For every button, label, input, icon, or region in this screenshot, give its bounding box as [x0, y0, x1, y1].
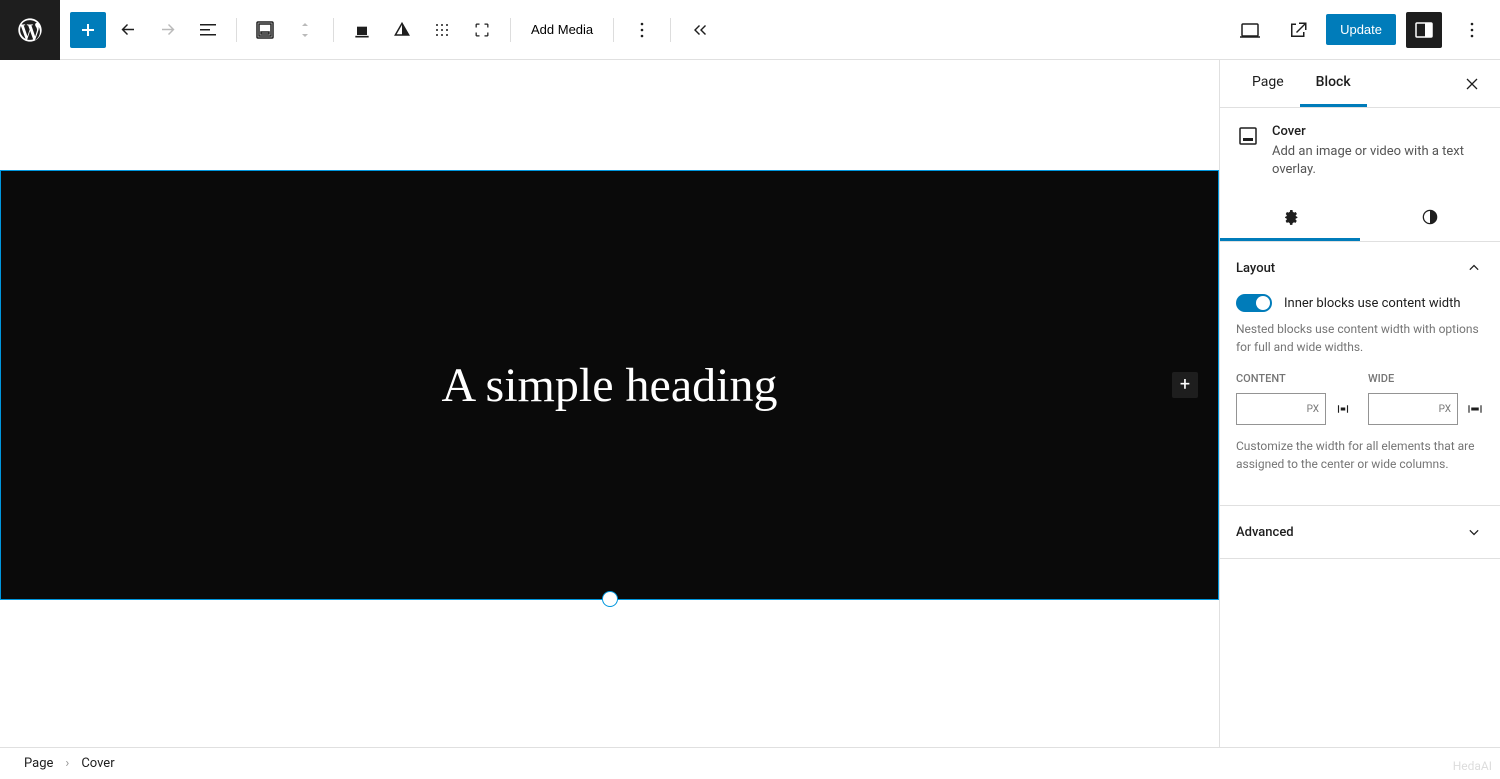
content-width-input[interactable]: PX	[1236, 393, 1326, 425]
cover-block-icon-button[interactable]	[247, 12, 283, 48]
layout-panel-header[interactable]: Layout	[1220, 242, 1500, 294]
cover-heading[interactable]: A simple heading	[442, 358, 778, 413]
align-button[interactable]	[344, 12, 380, 48]
settings-sidebar: Page Block Cover Add an image or video w…	[1219, 60, 1500, 747]
settings-panel-toggle[interactable]	[1406, 12, 1442, 48]
cover-icon	[1236, 124, 1260, 148]
update-button[interactable]: Update	[1326, 14, 1396, 45]
layout-title: Layout	[1236, 261, 1275, 276]
move-button[interactable]	[287, 12, 323, 48]
breadcrumb-cover[interactable]: Cover	[81, 756, 114, 771]
toolbar-divider	[236, 18, 237, 42]
block-name: Cover	[1272, 124, 1484, 139]
tab-page[interactable]: Page	[1236, 60, 1300, 107]
collapse-toolbar-button[interactable]	[681, 12, 717, 48]
wide-width-icon	[1466, 400, 1484, 418]
wordpress-logo[interactable]	[0, 0, 60, 60]
chevron-up-icon	[1464, 258, 1484, 278]
toggle-label: Inner blocks use content width	[1284, 296, 1461, 311]
toggle-help-text: Nested blocks use content width with opt…	[1236, 320, 1484, 356]
top-toolbar: Add Media Update	[0, 0, 1500, 60]
add-media-button[interactable]: Add Media	[519, 16, 605, 43]
advanced-title: Advanced	[1236, 525, 1294, 540]
styles-tab[interactable]	[1360, 195, 1500, 241]
document-overview-button[interactable]	[190, 12, 226, 48]
toolbar-divider	[670, 18, 671, 42]
editor-canvas[interactable]: A simple heading +	[0, 60, 1219, 747]
resize-handle[interactable]	[602, 591, 618, 607]
wide-width-label: Wide	[1368, 372, 1484, 385]
block-info: Cover Add an image or video with a text …	[1220, 108, 1500, 195]
unit-label: PX	[1307, 404, 1319, 415]
toolbar-divider	[333, 18, 334, 42]
options-menu-button[interactable]	[1454, 12, 1490, 48]
more-options-button[interactable]	[624, 12, 660, 48]
add-block-inside-button[interactable]: +	[1172, 372, 1198, 398]
content-width-label: Content	[1236, 372, 1352, 385]
content-width-field[interactable]	[1243, 402, 1307, 417]
tab-block[interactable]: Block	[1300, 60, 1367, 107]
inspector-sub-tabs	[1220, 195, 1500, 242]
chevron-down-icon	[1464, 522, 1484, 542]
breadcrumb-page[interactable]: Page	[24, 756, 53, 771]
close-sidebar-button[interactable]	[1460, 72, 1484, 96]
duotone-button[interactable]	[384, 12, 420, 48]
customize-help-text: Customize the width for all elements tha…	[1236, 437, 1484, 473]
fullheight-button[interactable]	[464, 12, 500, 48]
advanced-panel: Advanced	[1220, 506, 1500, 559]
content-width-icon	[1334, 400, 1352, 418]
cover-block[interactable]: A simple heading +	[0, 170, 1219, 600]
external-link-button[interactable]	[1280, 12, 1316, 48]
advanced-panel-header[interactable]: Advanced	[1220, 506, 1500, 558]
undo-button[interactable]	[110, 12, 146, 48]
breadcrumb-separator: ›	[65, 756, 69, 771]
breadcrumb-footer: Page › Cover	[0, 747, 1500, 779]
toolbar-divider	[510, 18, 511, 42]
watermark: HedaAI	[1453, 759, 1492, 773]
block-description: Add an image or video with a text overla…	[1272, 143, 1484, 179]
wide-width-field[interactable]	[1375, 402, 1439, 417]
unit-label: PX	[1439, 404, 1451, 415]
wide-width-input[interactable]: PX	[1368, 393, 1458, 425]
toolbar-divider	[613, 18, 614, 42]
add-block-button[interactable]	[70, 12, 106, 48]
redo-button[interactable]	[150, 12, 186, 48]
layout-panel: Layout Inner blocks use content width Ne…	[1220, 242, 1500, 506]
settings-tab[interactable]	[1220, 195, 1360, 241]
content-width-toggle[interactable]	[1236, 294, 1272, 312]
position-button[interactable]	[424, 12, 460, 48]
view-button[interactable]	[1232, 12, 1268, 48]
